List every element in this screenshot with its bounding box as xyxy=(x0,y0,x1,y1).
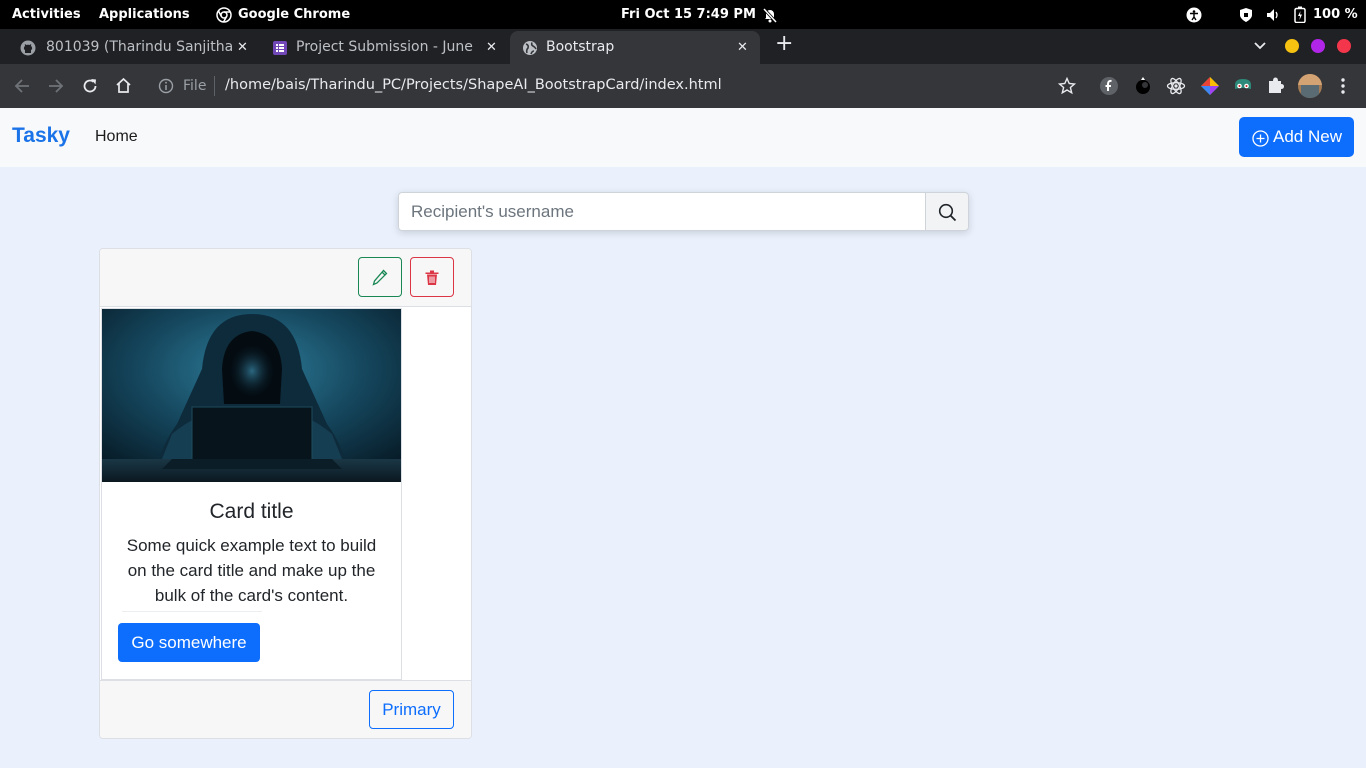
mask-extension-icon[interactable] xyxy=(1233,76,1253,96)
url-scheme-label: File xyxy=(183,78,207,94)
tab-bootstrap[interactable]: Bootstrap ✕ xyxy=(510,31,760,64)
search-icon xyxy=(938,203,957,222)
github-icon xyxy=(20,40,36,56)
card-image-hacker xyxy=(102,309,401,482)
tab-close-button[interactable]: ✕ xyxy=(237,40,248,55)
shield-icon[interactable] xyxy=(1239,7,1253,23)
browser-toolbar: File /home/bais/Tharindu_PC/Projects/Sha… xyxy=(0,64,1366,108)
extensions-puzzle-icon[interactable] xyxy=(1267,76,1285,94)
tab-strip: 801039 (Tharindu Sanjitha ✕ Project Subm… xyxy=(0,29,1366,88)
primary-button[interactable]: Primary xyxy=(369,690,454,729)
new-tab-button[interactable]: + xyxy=(775,31,793,56)
tab-close-button[interactable]: ✕ xyxy=(737,40,748,55)
home-icon[interactable] xyxy=(115,77,132,94)
react-devtools-icon[interactable] xyxy=(1166,76,1186,96)
app-navbar: Tasky Home Add New xyxy=(0,108,1366,167)
go-somewhere-button[interactable]: Go somewhere xyxy=(118,623,260,662)
tab-close-button[interactable]: ✕ xyxy=(486,40,497,55)
add-new-button[interactable]: Add New xyxy=(1239,117,1354,157)
site-info-icon[interactable] xyxy=(158,78,174,94)
tab-title: 801039 (Tharindu Sanjitha xyxy=(46,39,234,55)
pencil-icon xyxy=(372,269,388,286)
card-text: Some quick example text to build on the … xyxy=(126,536,377,605)
bookmark-star-icon[interactable] xyxy=(1058,77,1076,95)
search-input[interactable] xyxy=(398,192,926,231)
dark-mode-extension-icon[interactable] xyxy=(1133,76,1153,96)
maximize-button[interactable] xyxy=(1311,39,1325,53)
battery-icon[interactable] xyxy=(1294,6,1306,23)
system-top-bar: Activities Applications Google Chrome Fr… xyxy=(0,0,1366,29)
tab-search-chevron-icon[interactable] xyxy=(1254,41,1266,51)
brand-logo[interactable]: Tasky xyxy=(12,124,70,148)
content-card: Card title Some quick example text to bu… xyxy=(101,308,402,680)
active-app-name[interactable]: Google Chrome xyxy=(238,7,350,22)
card-header xyxy=(100,249,471,307)
edit-button[interactable] xyxy=(358,257,402,297)
search-button[interactable] xyxy=(925,192,969,231)
color-picker-extension-icon[interactable] xyxy=(1200,76,1220,96)
plus-circle-icon xyxy=(1252,130,1269,147)
clock[interactable]: Fri Oct 15 7:49 PM xyxy=(621,7,756,22)
close-window-button[interactable] xyxy=(1337,39,1351,53)
tab-project-submission[interactable]: Project Submission - June ✕ xyxy=(260,31,508,64)
applications-menu[interactable]: Applications xyxy=(99,7,190,22)
volume-icon[interactable] xyxy=(1266,7,1280,23)
trash-icon xyxy=(425,270,439,285)
battery-percent: 100 % xyxy=(1313,7,1358,22)
card-footer: Primary xyxy=(100,680,471,738)
reload-icon[interactable] xyxy=(82,78,98,94)
back-icon[interactable] xyxy=(14,78,30,94)
forward-icon[interactable] xyxy=(48,78,64,94)
fedora-extension-icon[interactable] xyxy=(1099,76,1119,96)
task-card: Card title Some quick example text to bu… xyxy=(99,248,472,739)
card-title: Card title xyxy=(209,500,294,523)
minimize-button[interactable] xyxy=(1285,39,1299,53)
profile-avatar[interactable] xyxy=(1298,74,1322,98)
notifications-off-icon xyxy=(762,7,778,23)
divider xyxy=(122,611,262,612)
tab-title: Bootstrap xyxy=(546,39,615,55)
search-group xyxy=(398,192,969,231)
activities-button[interactable]: Activities xyxy=(12,7,81,22)
omnibox-separator xyxy=(214,76,215,96)
delete-button[interactable] xyxy=(410,257,454,297)
forms-icon xyxy=(273,41,287,55)
globe-icon xyxy=(523,41,537,55)
add-new-label: Add New xyxy=(1273,127,1342,146)
tab-title: Project Submission - June xyxy=(296,39,473,55)
address-bar[interactable]: /home/bais/Tharindu_PC/Projects/ShapeAI_… xyxy=(225,77,722,93)
chrome-icon xyxy=(216,7,232,23)
accessibility-icon[interactable] xyxy=(1186,7,1202,23)
more-menu-icon[interactable] xyxy=(1340,77,1346,95)
tab-github[interactable]: 801039 (Tharindu Sanjitha ✕ xyxy=(8,31,258,64)
nav-link-home[interactable]: Home xyxy=(95,128,138,146)
